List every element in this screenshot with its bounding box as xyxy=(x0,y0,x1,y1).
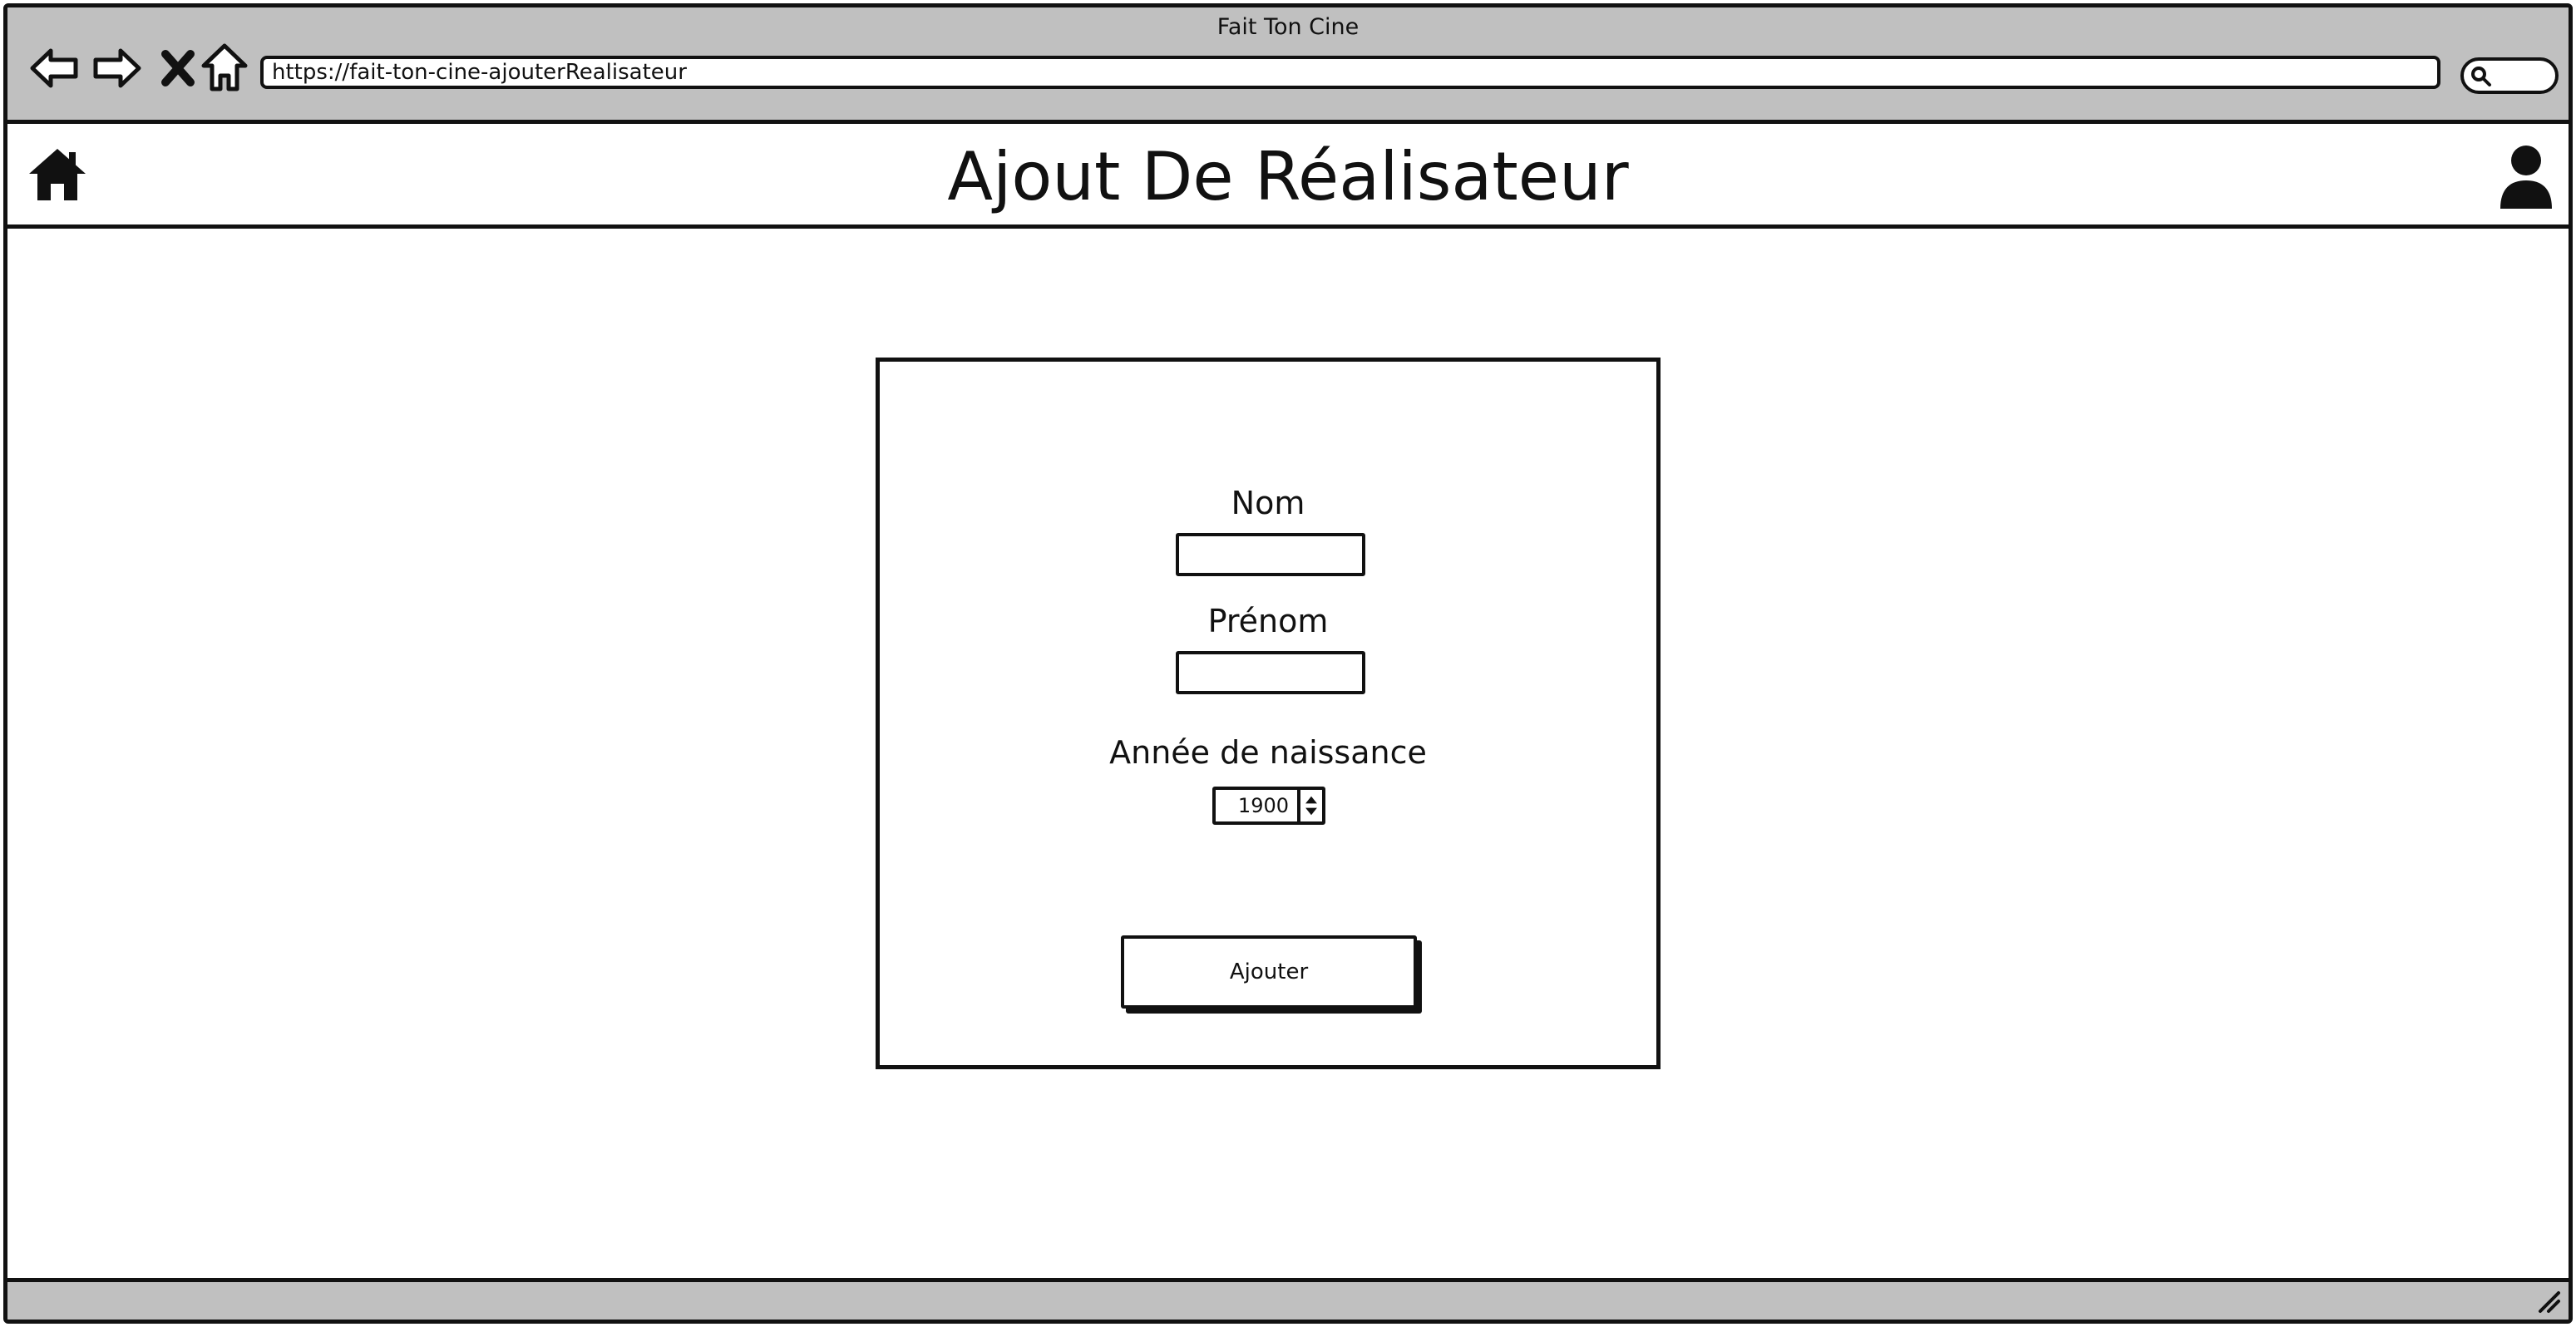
annee-label: Année de naissance xyxy=(1109,734,1427,771)
forward-arrow-icon[interactable] xyxy=(89,41,144,96)
status-bar xyxy=(7,1278,2569,1320)
nom-input[interactable] xyxy=(1176,533,1365,576)
annee-stepper[interactable]: 1900 xyxy=(1212,787,1325,825)
search-icon xyxy=(2471,67,2491,86)
home-outline-icon[interactable] xyxy=(197,41,252,96)
annee-value[interactable]: 1900 xyxy=(1216,790,1299,821)
stepper-arrows[interactable] xyxy=(1297,790,1322,821)
back-arrow-icon[interactable] xyxy=(27,41,82,96)
resize-grip-icon[interactable] xyxy=(2535,1288,2562,1315)
app-header: Ajout De Réalisateur xyxy=(7,124,2569,229)
browser-search[interactable] xyxy=(2460,57,2559,94)
ajouter-button[interactable]: Ajouter xyxy=(1121,935,1417,1009)
user-icon[interactable] xyxy=(2497,142,2555,210)
page-title: Ajout De Réalisateur xyxy=(947,138,1629,215)
browser-chrome: Fait Ton Cine https://fait-ton-cine-ajou… xyxy=(7,7,2569,124)
updown-arrows-icon xyxy=(1305,796,1317,816)
nom-label: Nom xyxy=(1231,485,1305,521)
window-title: Fait Ton Cine xyxy=(1216,14,1360,40)
prenom-label: Prénom xyxy=(1207,603,1329,639)
main-content: Nom Prénom Année de naissance 1900 Ajout… xyxy=(7,233,2569,1282)
director-form: Nom Prénom Année de naissance 1900 Ajout… xyxy=(876,358,1661,1069)
address-bar[interactable]: https://fait-ton-cine-ajouterRealisateur xyxy=(260,56,2440,89)
prenom-input[interactable] xyxy=(1176,651,1365,694)
browser-window: Fait Ton Cine https://fait-ton-cine-ajou… xyxy=(3,3,2573,1324)
